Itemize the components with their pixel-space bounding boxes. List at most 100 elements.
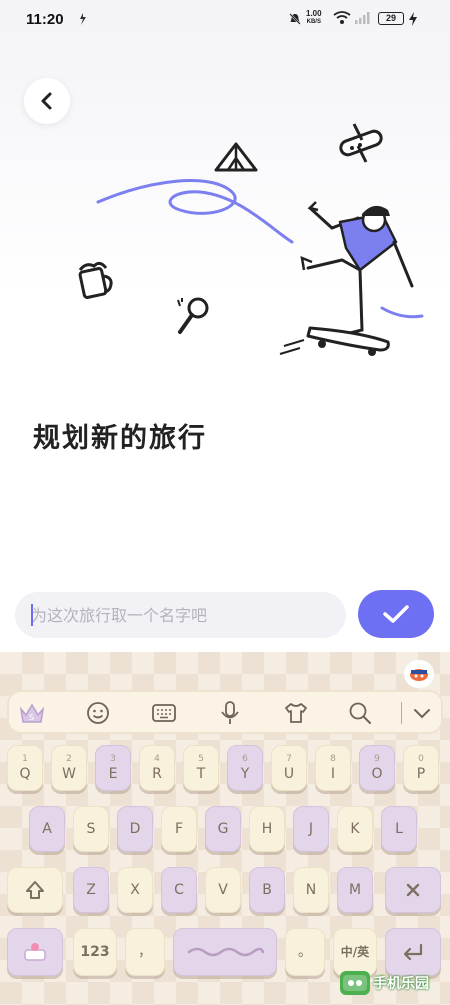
key-num: 6: [242, 754, 248, 764]
beer-mug-icon: [78, 261, 113, 299]
checkmark-icon: [383, 605, 409, 623]
key-letter: Y: [240, 766, 250, 782]
net-speed-unit: KB/S: [306, 19, 321, 25]
svg-text:S: S: [29, 713, 34, 722]
key-letter: X: [130, 882, 140, 898]
key-d[interactable]: D: [117, 806, 153, 852]
shift-key[interactable]: [7, 867, 63, 913]
battery-indicator: 29: [378, 12, 404, 25]
key-letter: H: [261, 821, 273, 837]
mute-icon: [288, 12, 302, 29]
cake-icon: [24, 943, 46, 961]
travel-illustration: [78, 123, 424, 356]
key-n[interactable]: N: [293, 867, 329, 913]
key-e[interactable]: 3E: [95, 745, 131, 791]
key-o[interactable]: 9O: [359, 745, 395, 791]
trip-name-field[interactable]: [15, 592, 346, 638]
comma-label: ，: [138, 944, 152, 960]
key-letter: M: [348, 882, 362, 898]
key-letter: N: [305, 882, 317, 898]
period-key[interactable]: 。: [285, 928, 325, 976]
confirm-button[interactable]: [358, 590, 434, 638]
soft-keyboard: S 1Q 2W 3E 4R 5T 6Y 7U 8I 9O 0P A S D F …: [0, 652, 450, 1005]
watermark-logo-icon: [340, 971, 370, 995]
key-letter: U: [283, 766, 295, 782]
key-letter: C: [174, 882, 184, 898]
key-num: 7: [286, 754, 292, 764]
key-v[interactable]: V: [205, 867, 241, 913]
wifi-icon: [333, 11, 351, 28]
site-watermark: 手机乐园: [340, 968, 444, 998]
key-letter: V: [218, 882, 228, 898]
space-key[interactable]: [173, 928, 277, 976]
key-q[interactable]: 1Q: [7, 745, 43, 791]
backspace-key[interactable]: [385, 867, 441, 913]
tent-icon: [214, 142, 258, 172]
signal-icon: [354, 12, 372, 27]
key-w[interactable]: 2W: [51, 745, 87, 791]
cartoon-icon: [410, 669, 428, 681]
key-z[interactable]: Z: [73, 867, 109, 913]
key-s[interactable]: S: [73, 806, 109, 852]
key-letter: F: [174, 821, 184, 837]
key-i[interactable]: 8I: [315, 745, 351, 791]
search-icon[interactable]: [347, 700, 373, 726]
tshirt-skin-icon[interactable]: [283, 700, 309, 726]
chevron-down-icon[interactable]: [409, 700, 435, 726]
num-switch-key[interactable]: 123: [73, 928, 117, 976]
backspace-x-icon: [406, 883, 420, 897]
key-letter: K: [350, 821, 360, 837]
key-num: 9: [374, 754, 380, 764]
key-l[interactable]: L: [381, 806, 417, 852]
emoji-sticker-key[interactable]: [7, 928, 63, 976]
net-speed-value: 1.00: [306, 9, 322, 18]
key-num: 5: [198, 754, 204, 764]
space-bar-decoration-icon: [187, 947, 265, 957]
key-letter: E: [108, 766, 118, 782]
key-m[interactable]: M: [337, 867, 373, 913]
emoji-icon[interactable]: [85, 700, 111, 726]
charging-icon: [409, 12, 417, 29]
notification-icon: [78, 12, 88, 29]
key-g[interactable]: G: [205, 806, 241, 852]
microphone-voice-icon[interactable]: [217, 700, 243, 726]
keyboard-toolbar: S: [7, 690, 443, 734]
keyboard-layout-icon[interactable]: [151, 700, 177, 726]
microphone-icon: [177, 297, 209, 334]
key-f[interactable]: F: [161, 806, 197, 852]
trip-planner-screen: 11:20 1.00 KB/S 29 规划新的旅行 为这次旅行取一个名字吧: [0, 0, 450, 652]
key-u[interactable]: 7U: [271, 745, 307, 791]
key-k[interactable]: K: [337, 806, 373, 852]
crown-logo-icon[interactable]: S: [19, 700, 45, 726]
key-letter: W: [62, 766, 76, 782]
keyboard-skin-badge[interactable]: [404, 660, 434, 688]
period-label: 。: [298, 944, 312, 960]
key-letter: B: [262, 882, 272, 898]
key-letter: S: [86, 821, 96, 837]
key-letter: R: [152, 766, 162, 782]
key-r[interactable]: 4R: [139, 745, 175, 791]
trip-name-input[interactable]: [15, 592, 346, 638]
key-a[interactable]: A: [29, 806, 65, 852]
status-time: 11:20: [26, 11, 64, 28]
comma-key[interactable]: ，: [125, 928, 165, 976]
key-y[interactable]: 6Y: [227, 745, 263, 791]
text-caret: [31, 604, 33, 626]
key-letter: A: [42, 821, 52, 837]
key-letter: D: [129, 821, 141, 837]
key-letter: O: [371, 766, 383, 782]
key-num: 3: [110, 754, 116, 764]
key-num: 0: [418, 754, 424, 764]
key-c[interactable]: C: [161, 867, 197, 913]
key-h[interactable]: H: [249, 806, 285, 852]
chevron-left-icon: [41, 92, 52, 110]
key-t[interactable]: 5T: [183, 745, 219, 791]
key-j[interactable]: J: [293, 806, 329, 852]
key-b[interactable]: B: [249, 867, 285, 913]
key-x[interactable]: X: [117, 867, 153, 913]
key-p[interactable]: 0P: [403, 745, 439, 791]
key-letter: Z: [86, 882, 96, 898]
key-num: 2: [66, 754, 72, 764]
toolbar-divider: [401, 702, 402, 724]
num-key-label: 123: [80, 944, 110, 960]
